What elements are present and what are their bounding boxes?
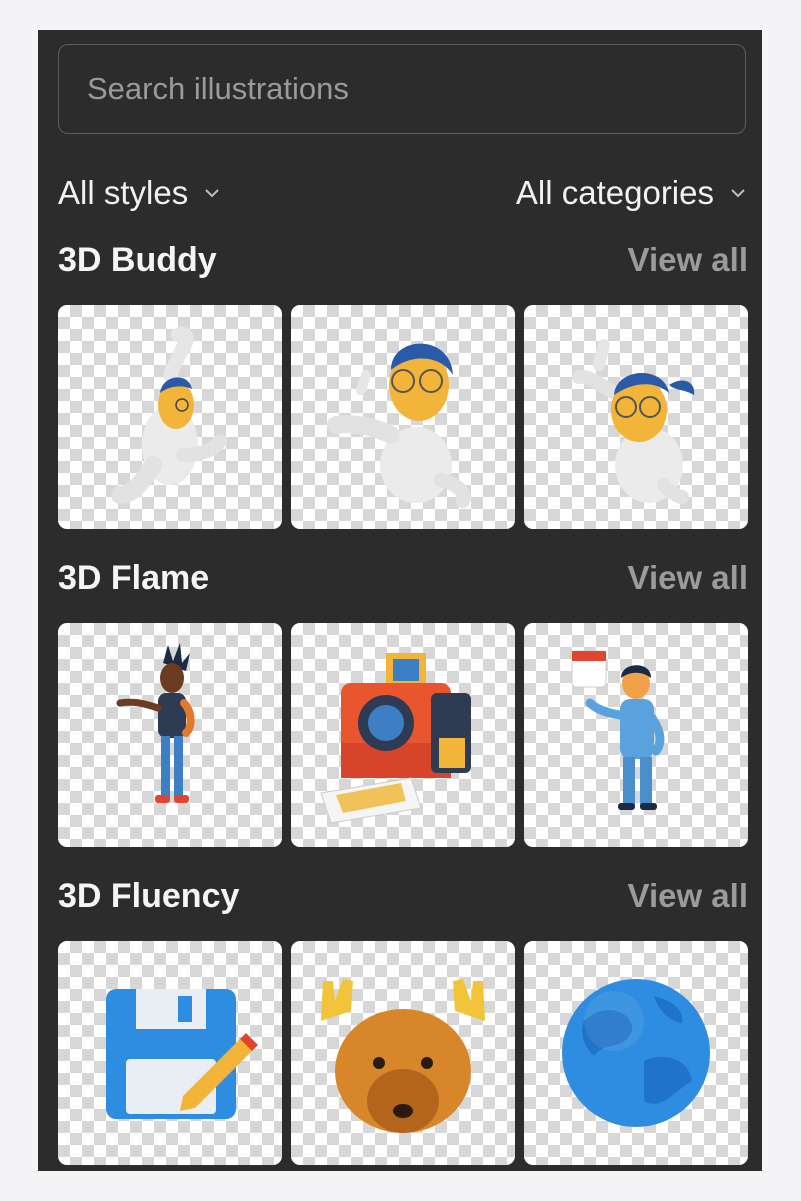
styles-dropdown[interactable]: All styles xyxy=(58,174,222,212)
illustration-tile[interactable] xyxy=(524,941,748,1165)
moose-icon xyxy=(321,979,485,1133)
illustration-tile[interactable] xyxy=(58,305,282,529)
view-all-link[interactable]: View all xyxy=(628,241,748,279)
styles-dropdown-label: All styles xyxy=(58,174,189,211)
section-title: 3D Flame xyxy=(58,558,210,597)
section-header: 3D Buddy View all xyxy=(58,235,748,285)
illustrations-panel: All styles All categories 3D Buddy View … xyxy=(38,30,762,1171)
buddy-ponytail-icon xyxy=(572,339,695,504)
section-title: 3D Fluency xyxy=(58,876,240,915)
search-box[interactable] xyxy=(58,44,746,134)
filter-bar: All styles All categories xyxy=(58,168,748,218)
illustration-grid xyxy=(58,941,748,1165)
instant-camera-icon xyxy=(320,653,471,824)
illustration-tile[interactable] xyxy=(291,941,515,1165)
illustration-tile[interactable] xyxy=(58,941,282,1165)
illustration-tile[interactable] xyxy=(291,305,515,529)
buddy-waving-icon xyxy=(111,326,227,504)
illustration-tile[interactable] xyxy=(524,623,748,847)
section-3d-buddy: 3D Buddy View all xyxy=(58,235,748,529)
illustration-grid xyxy=(58,305,748,529)
illustration-grid xyxy=(58,623,748,847)
categories-dropdown[interactable]: All categories xyxy=(516,174,748,212)
chevron-down-icon xyxy=(205,189,219,198)
section-title: 3D Buddy xyxy=(58,240,217,279)
illustration-tile[interactable] xyxy=(291,623,515,847)
section-3d-fluency: 3D Fluency View all xyxy=(58,871,748,1165)
chevron-down-icon xyxy=(731,189,745,198)
buddy-thumbs-up-icon xyxy=(327,343,471,508)
businessman-calendar-icon xyxy=(571,650,665,810)
section-header: 3D Flame View all xyxy=(58,553,748,603)
illustration-tile[interactable] xyxy=(58,623,282,847)
categories-dropdown-label: All categories xyxy=(515,174,714,211)
globe-icon xyxy=(562,979,710,1127)
view-all-link[interactable]: View all xyxy=(628,559,748,597)
illustration-tile[interactable] xyxy=(524,305,748,529)
view-all-link[interactable]: View all xyxy=(628,877,748,915)
flame-man-pointing-icon xyxy=(116,643,195,803)
section-header: 3D Fluency View all xyxy=(58,871,748,921)
section-3d-flame: 3D Flame View all xyxy=(58,553,748,847)
floppy-disk-edit-icon xyxy=(106,989,258,1119)
search-input[interactable] xyxy=(59,45,745,133)
